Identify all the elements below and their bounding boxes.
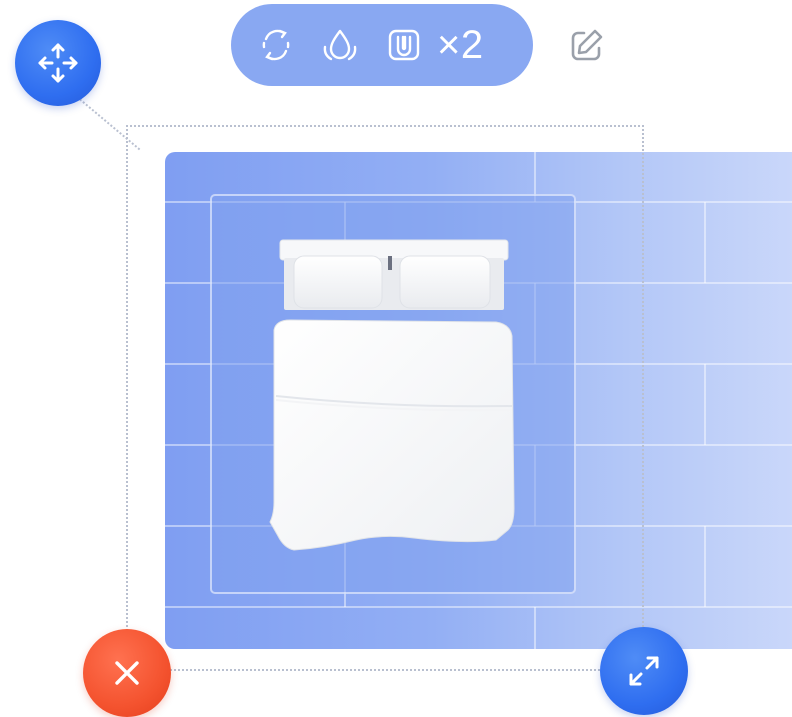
close-icon <box>115 661 139 685</box>
rotate-button[interactable] <box>251 20 301 70</box>
material-drop-icon <box>323 29 357 61</box>
resize-arrows-icon <box>629 656 659 686</box>
bed[interactable] <box>264 238 520 554</box>
pillow-right <box>399 255 491 309</box>
rotate-icon <box>262 29 290 61</box>
quantity-label[interactable]: ×2 <box>437 23 484 68</box>
object-toolbar: ×2 <box>231 4 533 86</box>
edit-button[interactable] <box>560 20 612 72</box>
magnet-button[interactable] <box>379 20 429 70</box>
move-handle[interactable] <box>15 20 101 106</box>
resize-handle[interactable] <box>600 627 688 715</box>
move-arrows-icon <box>38 43 78 83</box>
duvet <box>269 319 515 551</box>
pillow-left <box>293 255 383 309</box>
material-button[interactable] <box>315 20 365 70</box>
edit-icon <box>571 29 603 61</box>
magnet-icon <box>388 29 420 61</box>
delete-handle[interactable] <box>83 629 171 717</box>
